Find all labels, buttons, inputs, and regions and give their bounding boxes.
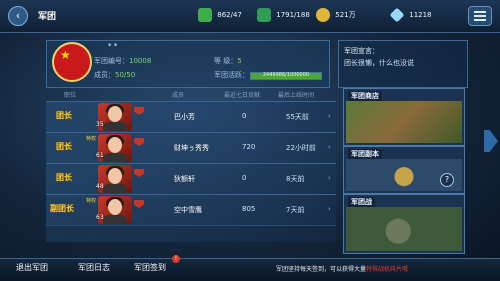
member-last-online: 7天前 <box>286 206 305 214</box>
legion-id: 军团编号：10008 <box>94 56 151 66</box>
stamina-value: 1791/188 <box>276 11 310 19</box>
member-name: 空中雪鹰 <box>174 206 202 214</box>
green-crystal-icon <box>198 8 212 22</box>
menu-button[interactable] <box>468 6 492 26</box>
tip-text: 军团坚持每天签到，可以获得大量 <box>276 266 367 273</box>
legion-name: * * <box>108 42 118 50</box>
table-row[interactable]: 团长 特权 61 财坤ぅ秀秀 720 22小时前 › <box>46 132 336 163</box>
help-button[interactable]: ? <box>440 173 454 187</box>
legion-flag-icon: ★ <box>52 42 92 82</box>
diamond-icon <box>389 7 405 23</box>
resource-stamina[interactable]: 1791/188 <box>257 8 310 22</box>
privilege-tag: 特权 <box>86 136 97 142</box>
col-last-online: 最后上线时间 <box>278 92 315 99</box>
member-contribution: 0 <box>242 174 247 182</box>
member-contribution: 0 <box>242 112 247 120</box>
legion-level-label: 等 级： <box>214 57 238 65</box>
shop-image <box>346 101 462 143</box>
page-title: 军团 <box>38 12 57 22</box>
chevron-right-icon: › <box>328 174 331 182</box>
member-name: 巴小芳 <box>174 113 195 121</box>
notice-text: 团长很懒，什么也没说 <box>344 59 414 67</box>
signin-tip: 军团坚持每天签到，可以获得大量特殊战机碎片哦 <box>276 264 408 273</box>
col-member: 成员 <box>172 92 185 99</box>
war-title: 军团战 <box>348 197 375 207</box>
star-icon: ★ <box>60 48 71 62</box>
col-rank: 职位 <box>64 92 77 99</box>
member-contribution: 720 <box>242 143 256 151</box>
rank-badge-icon <box>134 200 144 208</box>
legion-members: 成员：50/50 <box>94 70 135 80</box>
shop-title: 军团商店 <box>348 91 382 101</box>
rank-label: 团长 <box>56 111 72 120</box>
legion-notice-panel[interactable]: 军团宣言： 团长很懒，什么也没说 <box>338 40 468 88</box>
resource-diamond[interactable]: 11218 <box>389 7 432 23</box>
tip-highlight: 特殊战机碎片哦 <box>366 266 409 273</box>
resource-gold[interactable]: 521万 <box>316 8 356 22</box>
chevron-right-icon: › <box>328 112 331 120</box>
col-contribution: 最近七日贡献 <box>224 92 261 99</box>
legion-id-label: 军团编号： <box>94 57 129 65</box>
dungeon-title: 军团副本 <box>348 149 382 159</box>
chevron-right-icon: › <box>328 143 331 151</box>
menu-line-icon <box>474 11 486 13</box>
energy-value: 862/47 <box>217 11 242 19</box>
legion-log-button[interactable]: 军团日志 <box>78 262 110 273</box>
rank-label: 团长 <box>56 173 72 182</box>
notice-title: 军团宣言： <box>344 47 379 55</box>
gold-value: 521万 <box>335 11 356 19</box>
exit-legion-button[interactable]: 退出军团 <box>16 262 48 273</box>
bottom-bar <box>0 258 500 281</box>
rank-label: 副团长 <box>50 204 74 213</box>
legion-members-value: 50/50 <box>115 71 136 79</box>
resource-energy[interactable]: 862/47 <box>198 8 242 22</box>
legion-level-value: 5 <box>237 57 242 65</box>
legion-id-value: 10008 <box>129 57 152 65</box>
rank-badge-icon <box>134 169 144 177</box>
menu-line-icon <box>474 15 486 17</box>
notification-badge: ! <box>172 255 180 263</box>
member-last-online: 22小时前 <box>286 144 316 152</box>
member-last-online: 55天前 <box>286 113 309 121</box>
member-level: 63 <box>96 214 104 221</box>
gold-coin-icon <box>316 8 330 22</box>
legion-level: 等 级：5 <box>214 56 242 66</box>
back-button[interactable]: ‹ <box>8 6 28 26</box>
member-name: 财坤ぅ秀秀 <box>174 144 209 152</box>
legion-shop-button[interactable]: 军团商店 <box>343 88 465 146</box>
member-contribution: 805 <box>242 205 256 213</box>
table-row[interactable]: 团长 48 狄额轩 0 8天前 › <box>46 163 336 194</box>
green-card-icon <box>257 8 271 22</box>
rank-label: 团长 <box>56 142 72 151</box>
member-name: 狄额轩 <box>174 175 195 183</box>
member-table-header: 职位 成员 最近七日贡献 最后上线时间 <box>46 88 336 100</box>
rank-badge-icon <box>134 107 144 115</box>
rank-badge-icon <box>134 138 144 146</box>
legion-activity-label: 军团活跃： <box>214 71 249 79</box>
crossed-swords-icon <box>346 207 462 251</box>
table-row[interactable]: 副团长 特权 63 空中雪鹰 805 7天前 › <box>46 194 336 225</box>
legion-war-button[interactable]: 军团战 <box>343 194 465 254</box>
member-level: 61 <box>96 152 104 159</box>
member-last-online: 8天前 <box>286 175 305 183</box>
privilege-tag: 特权 <box>86 198 97 204</box>
member-level: 35 <box>96 121 104 128</box>
table-row-partial[interactable] <box>46 225 336 242</box>
legion-signin-button[interactable]: 军团签到 <box>134 262 166 273</box>
chevron-right-icon: › <box>328 205 331 213</box>
activity-progress-bar: 2449986/1000000 <box>250 72 322 80</box>
activity-progress-text: 2449986/1000000 <box>262 72 310 78</box>
member-level: 48 <box>96 183 104 190</box>
diamond-value: 11218 <box>409 11 432 19</box>
menu-line-icon <box>474 19 486 21</box>
legion-members-label: 成员： <box>94 71 115 79</box>
table-row[interactable]: 团长 35 巴小芳 0 55天前 › <box>46 101 336 132</box>
